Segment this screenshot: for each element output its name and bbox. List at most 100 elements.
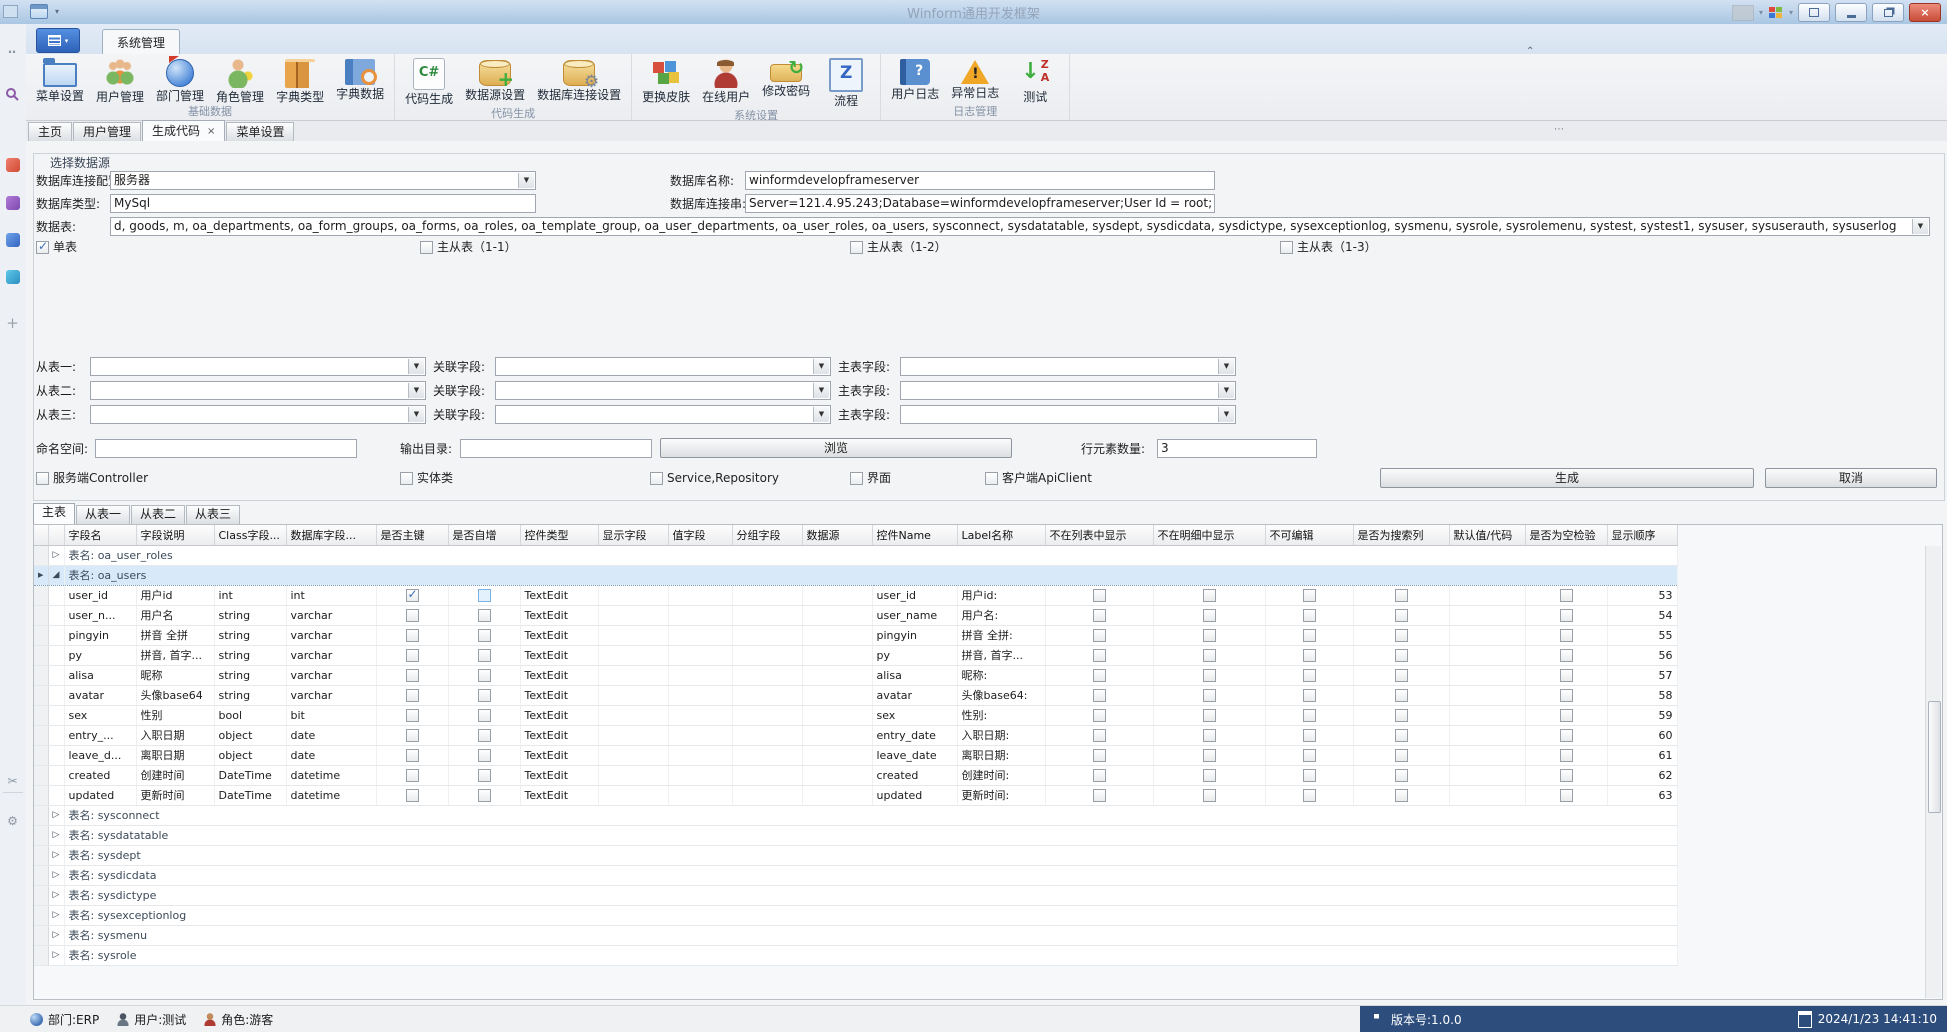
checkbox-icon[interactable] bbox=[1093, 589, 1106, 602]
master-field-combo[interactable]: ▼ bbox=[900, 381, 1236, 400]
control-type-cell[interactable]: TextEdit bbox=[520, 745, 598, 765]
skin-caret-icon[interactable]: ▾ bbox=[1759, 8, 1763, 17]
checkbox-cell[interactable] bbox=[1525, 585, 1607, 605]
control-name-cell[interactable]: updated bbox=[872, 785, 957, 805]
close-button[interactable]: × bbox=[1909, 3, 1941, 22]
column-header[interactable]: 是否为空检验 bbox=[1525, 525, 1607, 545]
detail-table-combo[interactable]: ▼ bbox=[90, 381, 426, 400]
checkbox-cell[interactable] bbox=[448, 725, 520, 745]
control-type-cell[interactable]: TextEdit bbox=[520, 665, 598, 685]
fullscreen-button[interactable] bbox=[1798, 3, 1830, 22]
checkbox-cell[interactable] bbox=[1045, 745, 1153, 765]
table-group-row[interactable]: ▷表名: sysdicdata bbox=[34, 865, 1677, 885]
checkbox-icon[interactable] bbox=[1560, 729, 1573, 742]
relation-field-combo[interactable]: ▼ bbox=[495, 357, 831, 376]
checkbox-icon[interactable] bbox=[406, 689, 419, 702]
checkbox-cell[interactable] bbox=[1525, 685, 1607, 705]
chevron-down-icon[interactable]: ▼ bbox=[1218, 359, 1234, 374]
empty-cell[interactable] bbox=[1449, 785, 1525, 805]
control-name-cell[interactable]: entry_date bbox=[872, 725, 957, 745]
doc-tab-用户管理[interactable]: 用户管理 bbox=[73, 122, 141, 141]
checkbox-icon[interactable] bbox=[985, 472, 998, 485]
checkbox-cell[interactable] bbox=[1045, 605, 1153, 625]
empty-cell[interactable] bbox=[668, 645, 732, 665]
checkbox-icon[interactable] bbox=[1203, 609, 1216, 622]
relation-field-combo[interactable]: ▼ bbox=[495, 381, 831, 400]
checkbox-cell[interactable] bbox=[1265, 625, 1353, 645]
field-desc-cell[interactable]: 用户名 bbox=[136, 605, 214, 625]
checkbox-icon[interactable] bbox=[1093, 709, 1106, 722]
class-type-cell[interactable]: string bbox=[214, 665, 286, 685]
checkbox-icon[interactable] bbox=[1203, 709, 1216, 722]
checkbox-cell[interactable] bbox=[1153, 605, 1265, 625]
checkbox-cell[interactable] bbox=[1525, 625, 1607, 645]
ribbon-button[interactable]: 更换皮肤 bbox=[636, 56, 696, 109]
empty-cell[interactable] bbox=[802, 745, 872, 765]
checkbox-icon[interactable] bbox=[1560, 669, 1573, 682]
ribbon-button[interactable]: 数据源设置 bbox=[459, 56, 531, 107]
expand-icon[interactable]: ▷ bbox=[48, 925, 64, 945]
control-name-cell[interactable]: created bbox=[872, 765, 957, 785]
empty-cell[interactable] bbox=[802, 685, 872, 705]
empty-cell[interactable] bbox=[732, 745, 802, 765]
column-header[interactable]: 字段名 bbox=[64, 525, 136, 545]
windows-logo-icon[interactable] bbox=[1768, 6, 1784, 20]
checkbox-cell[interactable] bbox=[1153, 745, 1265, 765]
detail-table-combo[interactable]: ▼ bbox=[90, 357, 426, 376]
checkbox-icon[interactable] bbox=[1560, 789, 1573, 802]
expand-icon[interactable]: ▷ bbox=[48, 845, 64, 865]
display-order-cell[interactable]: 61 bbox=[1607, 745, 1677, 765]
empty-cell[interactable] bbox=[732, 645, 802, 665]
display-order-cell[interactable]: 54 bbox=[1607, 605, 1677, 625]
checkbox-icon[interactable] bbox=[1093, 609, 1106, 622]
ribbon-button[interactable]: 字典数据 bbox=[330, 56, 390, 105]
column-header[interactable]: 不可编辑 bbox=[1265, 525, 1353, 545]
checkbox-icon[interactable] bbox=[1093, 729, 1106, 742]
expand-icon[interactable]: ▷ bbox=[48, 945, 64, 965]
checkbox-icon[interactable] bbox=[1093, 769, 1106, 782]
checkbox-cell[interactable] bbox=[1153, 645, 1265, 665]
checkbox-cell[interactable] bbox=[1045, 785, 1153, 805]
column-header[interactable]: 控件Name bbox=[872, 525, 957, 545]
tables-combo[interactable]: d, goods, m, oa_departments, oa_form_gro… bbox=[110, 217, 1930, 236]
field-row[interactable]: created创建时间DateTimedatetimeTextEditcreat… bbox=[34, 765, 1677, 785]
checkbox-cell[interactable] bbox=[1353, 625, 1449, 645]
empty-cell[interactable] bbox=[668, 685, 732, 705]
table-group-row[interactable]: ▷表名: sysdept bbox=[34, 845, 1677, 865]
class-type-cell[interactable]: DateTime bbox=[214, 785, 286, 805]
control-name-cell[interactable]: pingyin bbox=[872, 625, 957, 645]
control-type-cell[interactable]: TextEdit bbox=[520, 625, 598, 645]
class-type-cell[interactable]: int bbox=[214, 585, 286, 605]
master-field-combo[interactable]: ▼ bbox=[900, 357, 1236, 376]
table-group-row[interactable]: ▷表名: sysexceptionlog bbox=[34, 905, 1677, 925]
blue-tool-icon[interactable] bbox=[4, 231, 21, 248]
ribbon-button[interactable]: 测试 bbox=[1005, 56, 1065, 105]
browse-button[interactable]: 浏览 bbox=[660, 438, 1012, 458]
label-name-cell[interactable]: 更新时间: bbox=[957, 785, 1045, 805]
generate-option-checkbox[interactable]: 界面 bbox=[850, 471, 891, 487]
checkbox-cell[interactable] bbox=[1265, 685, 1353, 705]
column-header[interactable]: 字段说明 bbox=[136, 525, 214, 545]
purple-tool-icon[interactable] bbox=[4, 194, 21, 211]
checkbox-cell[interactable] bbox=[1045, 665, 1153, 685]
expand-icon[interactable]: ▷ bbox=[48, 825, 64, 845]
checkbox-cell[interactable] bbox=[448, 745, 520, 765]
minimize-button[interactable] bbox=[1835, 3, 1867, 22]
field-row[interactable]: py拼音, 首字...stringvarcharTextEditpy拼音, 首字… bbox=[34, 645, 1677, 665]
db-name-input[interactable]: winformdevelopframeserver bbox=[745, 171, 1215, 190]
empty-cell[interactable] bbox=[732, 705, 802, 725]
column-header[interactable]: 控件类型 bbox=[520, 525, 598, 545]
generate-option-checkbox[interactable]: Service,Repository bbox=[650, 471, 779, 487]
checkbox-icon[interactable] bbox=[1280, 241, 1293, 254]
display-order-cell[interactable]: 62 bbox=[1607, 765, 1677, 785]
control-name-cell[interactable]: py bbox=[872, 645, 957, 665]
checkbox-icon[interactable] bbox=[650, 472, 663, 485]
empty-cell[interactable] bbox=[1449, 625, 1525, 645]
checkbox-icon[interactable] bbox=[1303, 669, 1316, 682]
checkbox-icon[interactable] bbox=[1560, 749, 1573, 762]
checkbox-icon[interactable] bbox=[1093, 629, 1106, 642]
teal-tool-icon[interactable] bbox=[4, 268, 21, 285]
empty-cell[interactable] bbox=[598, 685, 668, 705]
checkbox-icon[interactable] bbox=[478, 769, 491, 782]
checkbox-cell[interactable] bbox=[1353, 645, 1449, 665]
